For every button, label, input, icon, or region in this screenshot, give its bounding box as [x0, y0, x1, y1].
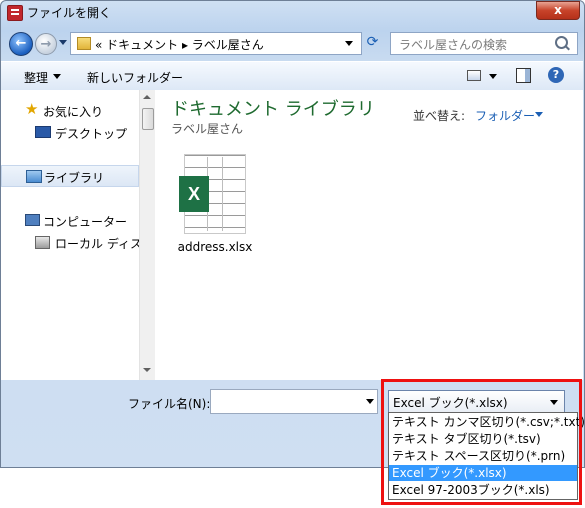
- nav-item-local-disk[interactable]: ローカル ディスク: [1, 232, 139, 252]
- address-dropdown-icon[interactable]: [345, 41, 353, 46]
- computer-icon: [25, 214, 40, 226]
- recent-pages-dropdown[interactable]: [59, 40, 67, 45]
- arrange-by-label: 並べ替え:: [413, 109, 466, 123]
- address-bar[interactable]: « ドキュメント ▸ ラベル屋さん: [70, 32, 362, 55]
- nav-item-label: コンピューター: [43, 215, 128, 229]
- search-box[interactable]: ラベル屋さんの検索: [390, 32, 578, 55]
- nav-item-favorites[interactable]: ★ お気に入り: [1, 100, 139, 120]
- view-dropdown-icon[interactable]: [489, 74, 497, 79]
- folder-icon: [77, 37, 91, 50]
- close-button[interactable]: x: [536, 1, 580, 20]
- window-title: ファイルを開く: [27, 6, 112, 20]
- filename-input[interactable]: [210, 389, 378, 414]
- library-icon: [26, 170, 42, 183]
- refresh-button[interactable]: ⟳: [362, 32, 383, 53]
- star-icon: ★: [25, 100, 39, 118]
- forward-arrow-icon: →: [40, 37, 52, 52]
- scroll-thumb[interactable]: [142, 108, 154, 130]
- file-list-pane: ドキュメント ライブラリ ラベル屋さん 並べ替え: フォルダー X addres…: [155, 90, 583, 380]
- filename-label: ファイル名(N):: [128, 397, 211, 411]
- back-button[interactable]: ←: [9, 32, 33, 56]
- back-arrow-icon: ←: [15, 36, 27, 51]
- filename-dropdown-icon[interactable]: [366, 399, 374, 404]
- chevron-down-icon: [53, 74, 61, 79]
- new-folder-button[interactable]: 新しいフォルダー: [87, 69, 183, 86]
- navigation-pane: ★ お気に入り デスクトップ ライブラリ コンピューター ローカル ディスク: [1, 90, 139, 380]
- breadcrumb[interactable]: « ドキュメント ▸ ラベル屋さん: [95, 36, 264, 53]
- command-bar: 整理 新しいフォルダー ?: [1, 61, 583, 91]
- organize-button[interactable]: 整理: [24, 69, 48, 86]
- nav-item-label: ライブラリ: [44, 171, 105, 185]
- preview-pane-icon[interactable]: [516, 68, 531, 83]
- nav-item-computer[interactable]: コンピューター: [1, 210, 139, 230]
- nav-item-label: お気に入り: [43, 105, 104, 119]
- search-input[interactable]: ラベル屋さんの検索: [399, 36, 507, 53]
- excel-badge: X: [179, 176, 209, 212]
- view-icon[interactable]: [467, 70, 481, 81]
- app-icon: [7, 5, 23, 21]
- title-bar: ファイルを開く x: [0, 0, 585, 24]
- nav-item-libraries[interactable]: ライブラリ: [1, 165, 139, 187]
- forward-button[interactable]: →: [35, 33, 57, 55]
- search-icon: [555, 36, 568, 49]
- scroll-up-icon[interactable]: [143, 95, 151, 99]
- file-item[interactable]: X address.xlsx: [175, 152, 255, 262]
- nav-scrollbar[interactable]: [139, 90, 155, 380]
- help-icon[interactable]: ?: [548, 67, 564, 83]
- nav-item-desktop[interactable]: デスクトップ: [1, 122, 139, 142]
- nav-item-label: ローカル ディスク: [55, 237, 139, 251]
- chevron-down-icon[interactable]: [535, 112, 543, 117]
- library-subtitle: ラベル屋さん: [171, 122, 244, 136]
- desktop-icon: [35, 126, 51, 138]
- scroll-down-icon[interactable]: [143, 368, 151, 372]
- annotation-highlight-box: [381, 379, 582, 505]
- refresh-icon: ⟳: [366, 34, 379, 50]
- file-name: address.xlsx: [177, 240, 253, 254]
- library-title: ドキュメント ライブラリ: [171, 99, 375, 120]
- local-disk-icon: [35, 236, 50, 249]
- arrange-by-dropdown[interactable]: フォルダー: [475, 107, 535, 124]
